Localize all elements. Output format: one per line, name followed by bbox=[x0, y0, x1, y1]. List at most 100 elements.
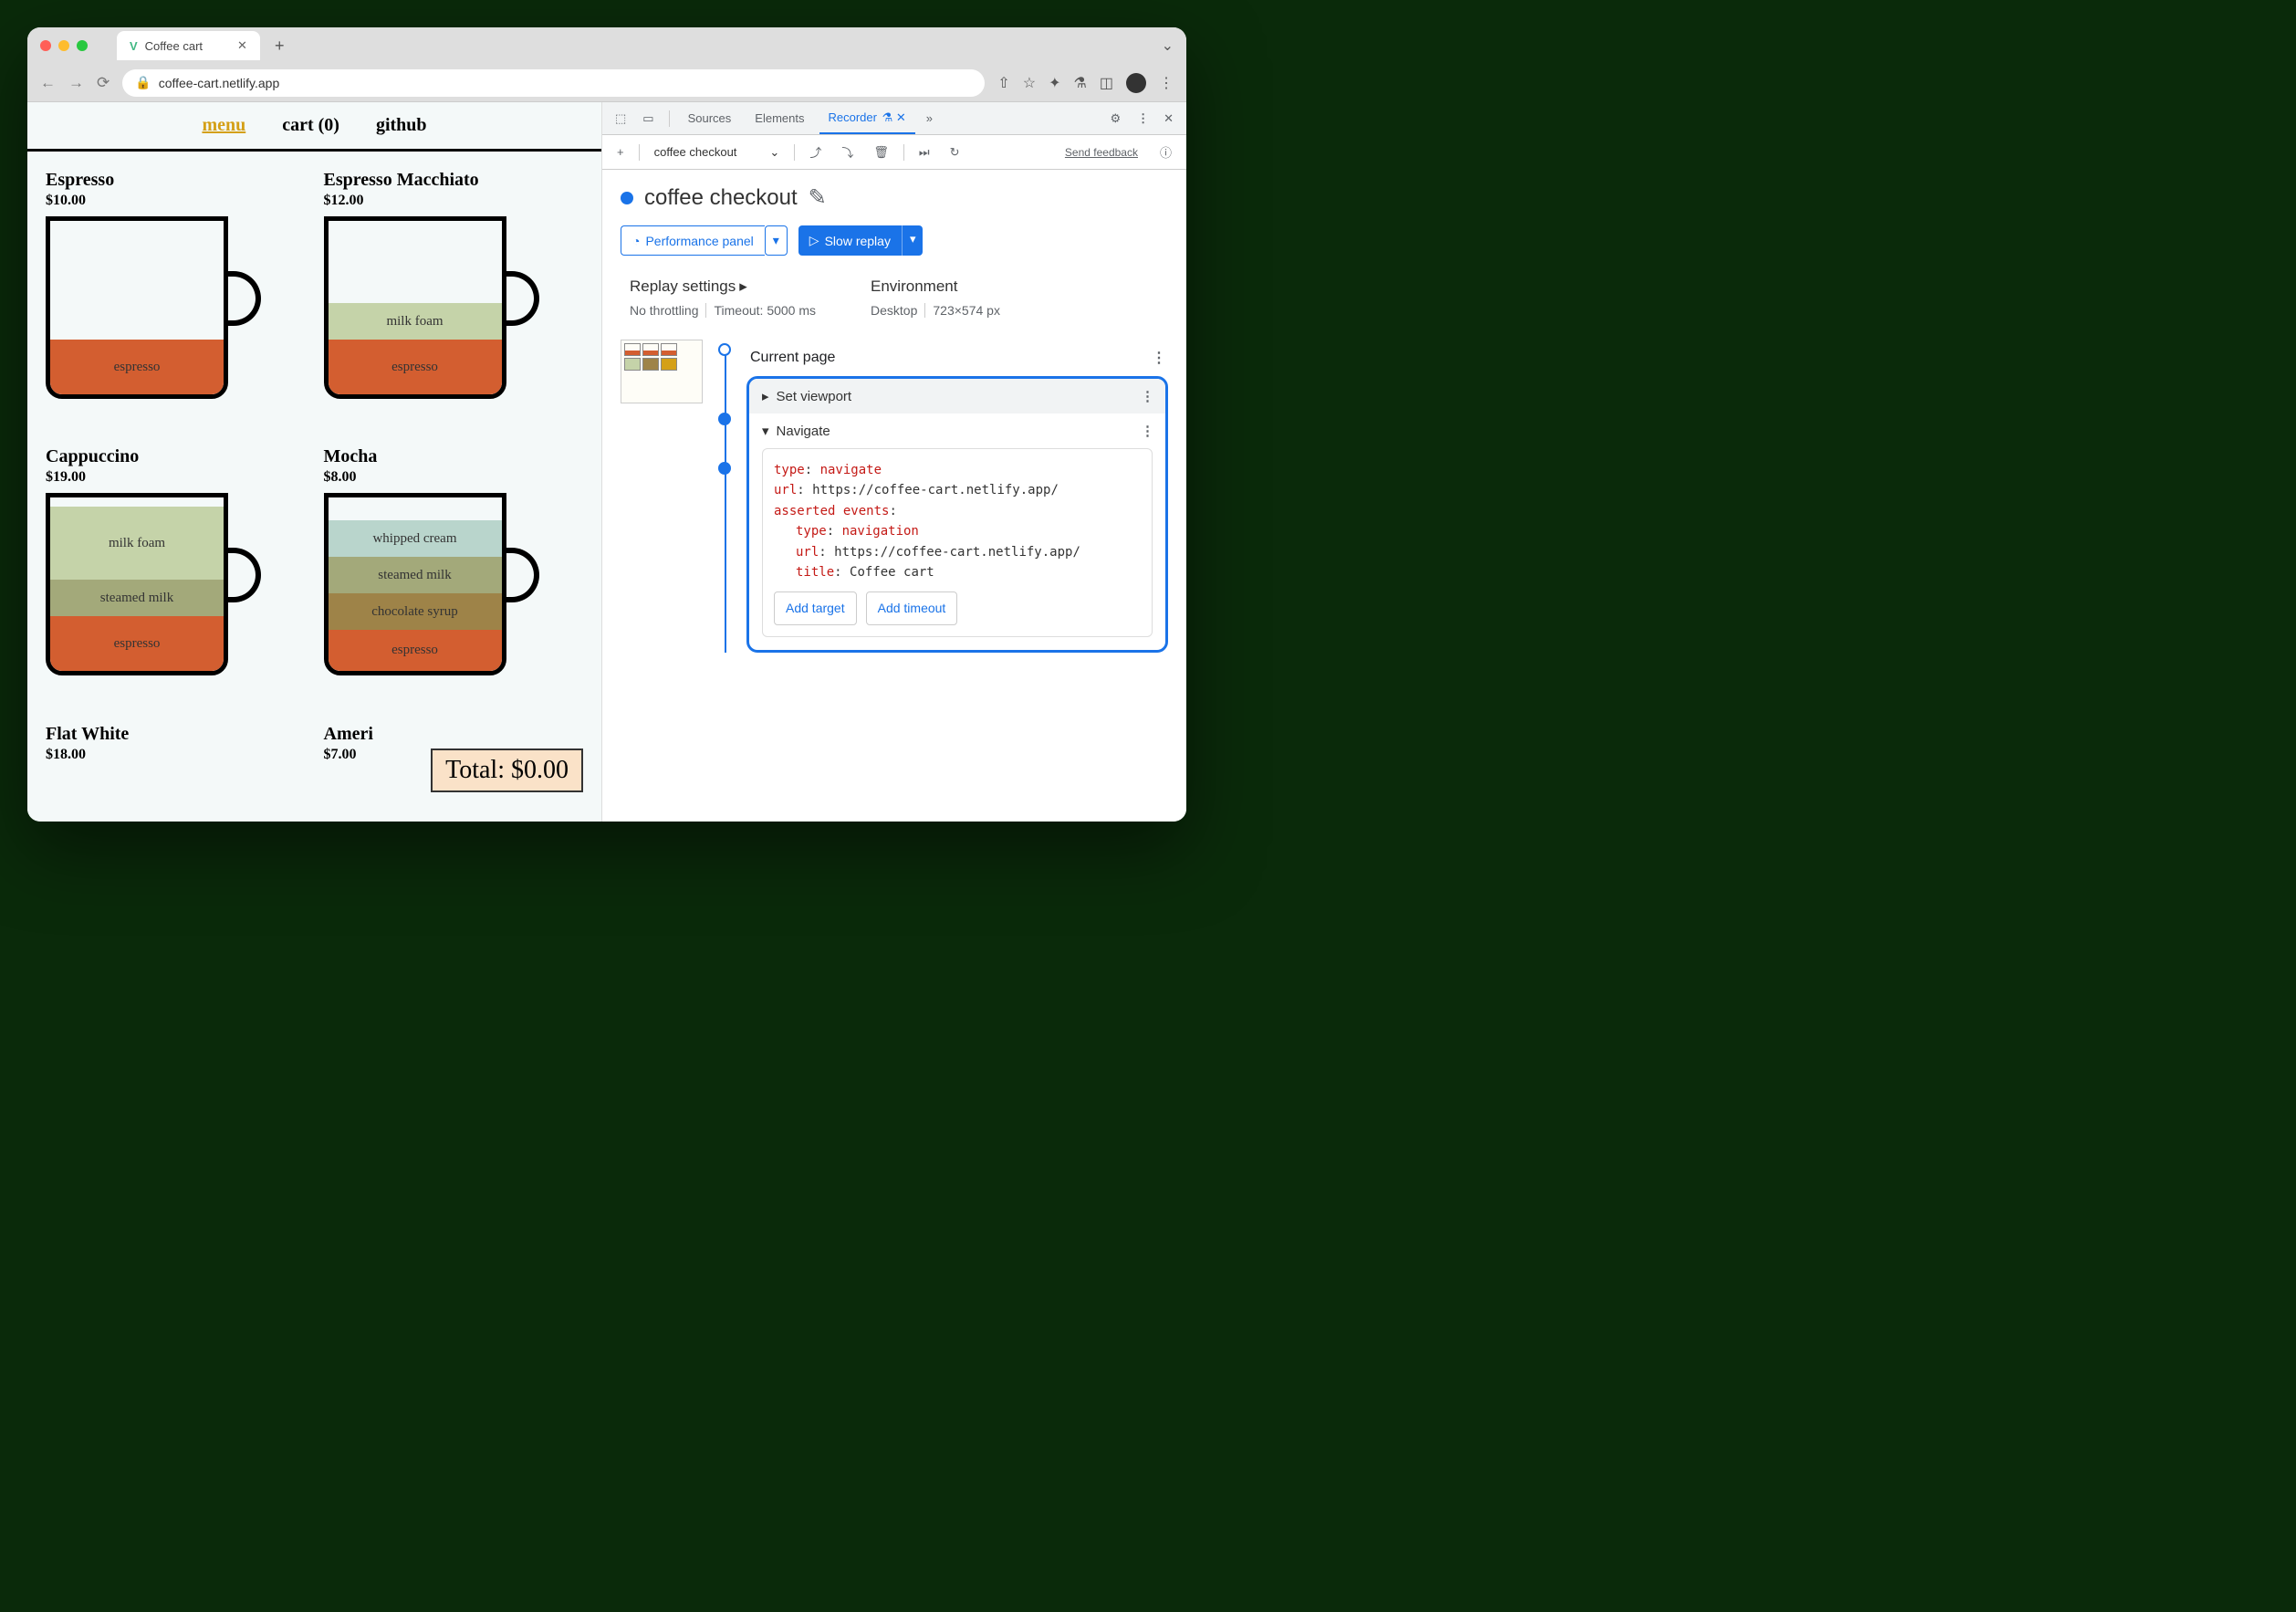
product-macchiato[interactable]: Espresso Macchiato $12.00 espresso milk … bbox=[324, 170, 584, 432]
cup-graphic: espresso milk foam bbox=[324, 216, 543, 399]
close-window-icon[interactable] bbox=[40, 40, 51, 51]
nav-menu[interactable]: menu bbox=[202, 115, 245, 136]
product-mocha[interactable]: Mocha $8.00 espresso chocolate syrup ste… bbox=[324, 446, 584, 708]
layer-espresso: espresso bbox=[329, 630, 502, 671]
more-tabs-icon[interactable]: » bbox=[921, 108, 938, 129]
labs-icon[interactable]: ⚗ bbox=[1074, 74, 1087, 92]
tab-elements[interactable]: Elements bbox=[746, 104, 813, 132]
product-price: $19.00 bbox=[46, 469, 306, 486]
settings-icon[interactable]: ⚙ bbox=[1104, 108, 1126, 130]
environment-info: Environment Desktop723×574 px bbox=[871, 277, 1000, 318]
replay-settings[interactable]: Replay settings ▸ No throttlingTimeout: … bbox=[630, 277, 816, 318]
site-nav: menu cart (0) github bbox=[27, 102, 601, 152]
layer-chocolate: chocolate syrup bbox=[329, 593, 502, 630]
gauge-icon: ◔ bbox=[632, 234, 640, 248]
cart-total[interactable]: Total: $0.00 bbox=[431, 748, 583, 792]
kebab-icon[interactable]: ⋮ bbox=[1132, 108, 1153, 130]
toolbar-icons: ⇧ ☆ ✦ ⚗ ◫ ⋮ bbox=[997, 73, 1174, 93]
chevron-down-icon: ⌄ bbox=[769, 145, 779, 160]
loop-icon[interactable]: ↻ bbox=[944, 141, 965, 163]
reload-button[interactable]: ⟳ bbox=[97, 74, 110, 92]
play-icon: ▷ bbox=[809, 233, 819, 248]
replay-button[interactable]: ▷ Slow replay bbox=[798, 225, 902, 256]
layer-whipped: whipped cream bbox=[329, 520, 502, 557]
url-input[interactable]: 🔒 coffee-cart.netlify.app bbox=[122, 69, 985, 97]
product-name: Mocha bbox=[324, 446, 584, 467]
product-name: Espresso Macchiato bbox=[324, 170, 584, 191]
performance-dropdown[interactable]: ▾ bbox=[765, 225, 788, 256]
delete-icon[interactable]: 🗑 bbox=[868, 141, 894, 163]
add-timeout-button[interactable]: Add timeout bbox=[866, 591, 958, 624]
maximize-window-icon[interactable] bbox=[77, 40, 88, 51]
settings-row: Replay settings ▸ No throttlingTimeout: … bbox=[621, 277, 1168, 318]
timeline-node[interactable] bbox=[718, 462, 731, 475]
timeline-line bbox=[715, 340, 734, 653]
timeline-node[interactable] bbox=[718, 413, 731, 425]
step-set-viewport[interactable]: ▸Set viewport ⋮ bbox=[749, 379, 1165, 413]
product-espresso[interactable]: Espresso $10.00 espresso bbox=[46, 170, 306, 432]
window-controls bbox=[40, 40, 88, 51]
add-recording-icon[interactable]: + bbox=[611, 141, 630, 162]
nav-cart[interactable]: cart (0) bbox=[282, 115, 339, 136]
record-status-icon bbox=[621, 192, 633, 204]
tab-recorder[interactable]: Recorder ⚗ ✕ bbox=[819, 103, 915, 134]
chevron-right-icon: ▸ bbox=[739, 277, 747, 296]
panel-icon[interactable]: ◫ bbox=[1100, 74, 1113, 92]
add-target-button[interactable]: Add target bbox=[774, 591, 857, 624]
product-cappuccino[interactable]: Cappuccino $19.00 espresso steamed milk … bbox=[46, 446, 306, 708]
product-flatwhite[interactable]: Flat White $18.00 bbox=[46, 724, 306, 803]
step-detail: type: navigate url: https://coffee-cart.… bbox=[762, 448, 1153, 637]
recorder-body: coffee checkout ✎ ◔ Performance panel ▾ … bbox=[602, 170, 1186, 822]
step-current-page: Current page ⋮ bbox=[746, 340, 1168, 376]
minimize-window-icon[interactable] bbox=[58, 40, 69, 51]
timeline-node[interactable] bbox=[718, 343, 731, 356]
feedback-link[interactable]: Send feedback bbox=[1065, 146, 1138, 159]
close-icon[interactable]: ✕ bbox=[896, 110, 906, 124]
step-navigate[interactable]: ▾Navigate ⋮ bbox=[749, 413, 1165, 448]
import-icon[interactable]: ⤵ bbox=[836, 140, 859, 164]
bookmark-icon[interactable]: ☆ bbox=[1023, 74, 1036, 92]
device-icon[interactable]: ▭ bbox=[637, 108, 659, 130]
cup-graphic: espresso steamed milk milk foam bbox=[46, 493, 265, 675]
chevron-down-icon: ▾ bbox=[762, 424, 769, 439]
performance-panel-button[interactable]: ◔ Performance panel bbox=[621, 225, 765, 256]
product-name: Flat White bbox=[46, 724, 306, 745]
devtools-tabs: ⬚ ▭ Sources Elements Recorder ⚗ ✕ » ⚙ ⋮ … bbox=[602, 102, 1186, 135]
inspect-icon[interactable]: ⬚ bbox=[610, 108, 631, 130]
share-icon[interactable]: ⇧ bbox=[997, 74, 1009, 92]
layer-espresso: espresso bbox=[50, 340, 224, 394]
nav-github[interactable]: github bbox=[376, 115, 427, 136]
browser-tab[interactable]: V Coffee cart ✕ bbox=[117, 31, 260, 60]
extensions-icon[interactable]: ✦ bbox=[1049, 74, 1060, 92]
step-thumbnail[interactable] bbox=[621, 340, 703, 653]
tabs-menu-icon[interactable]: ⌄ bbox=[1162, 37, 1174, 55]
devtools-close-icon[interactable]: ✕ bbox=[1158, 108, 1179, 130]
layer-steamed-milk: steamed milk bbox=[50, 580, 224, 616]
menu-icon[interactable]: ⋮ bbox=[1159, 74, 1174, 92]
recording-select[interactable]: coffee checkout ⌄ bbox=[649, 141, 786, 163]
edit-icon[interactable]: ✎ bbox=[809, 184, 827, 211]
tab-sources[interactable]: Sources bbox=[679, 104, 741, 132]
export-icon[interactable]: ⤴ bbox=[804, 140, 827, 164]
step-menu-icon[interactable]: ⋮ bbox=[1141, 423, 1153, 439]
cup-graphic: espresso bbox=[46, 216, 265, 399]
product-name: Ameri bbox=[324, 724, 584, 745]
forward-button[interactable]: → bbox=[68, 74, 84, 92]
step-icon[interactable]: ⏭ bbox=[913, 141, 935, 163]
profile-avatar[interactable] bbox=[1126, 73, 1146, 93]
url-text: coffee-cart.netlify.app bbox=[159, 76, 280, 90]
product-name: Cappuccino bbox=[46, 446, 306, 467]
webpage: menu cart (0) github Espresso $10.00 esp… bbox=[27, 102, 602, 822]
layer-espresso: espresso bbox=[329, 340, 502, 394]
step-menu-icon[interactable]: ⋮ bbox=[1141, 388, 1153, 404]
flask-icon: ⚗ bbox=[882, 110, 893, 124]
titlebar: V Coffee cart ✕ + ⌄ bbox=[27, 27, 1186, 64]
help-icon[interactable]: ⓘ bbox=[1154, 140, 1177, 164]
product-price: $18.00 bbox=[46, 747, 306, 763]
back-button[interactable]: ← bbox=[40, 74, 56, 92]
replay-dropdown[interactable]: ▾ bbox=[902, 225, 924, 256]
new-tab-button[interactable]: + bbox=[275, 37, 285, 56]
layer-espresso: espresso bbox=[50, 616, 224, 671]
step-menu-icon[interactable]: ⋮ bbox=[1152, 349, 1164, 367]
tab-close-icon[interactable]: ✕ bbox=[237, 38, 247, 53]
